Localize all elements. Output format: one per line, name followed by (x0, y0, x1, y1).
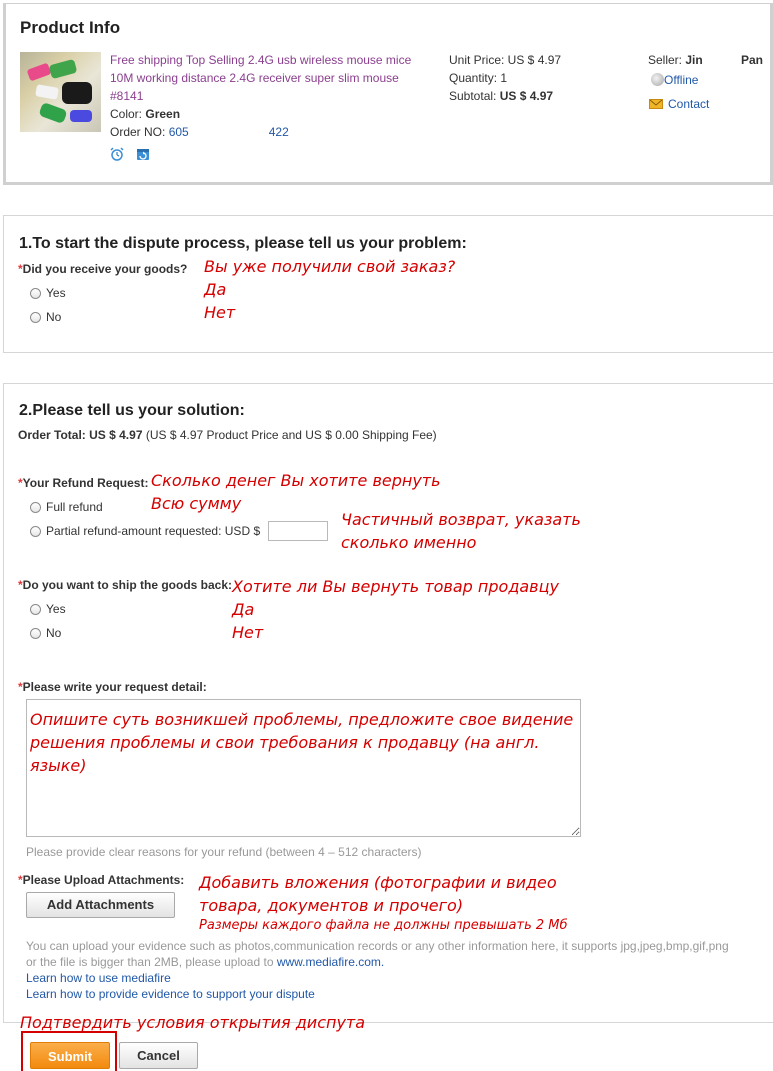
seller-name-a[interactable]: Jin (685, 53, 702, 67)
annotation-attach-line1: Добавить вложения (фотографии и видео (199, 873, 557, 892)
order-total: Order Total: US $ 4.97 (US $ 4.97 Produc… (18, 428, 437, 442)
annotation-submit: Подтвердить условия открытия диспута (20, 1013, 366, 1032)
ship-yes-label[interactable]: Yes (46, 602, 66, 616)
partial-refund-radio[interactable] (30, 526, 41, 537)
ship-back-label: *Do you want to ship the goods back: (18, 578, 233, 592)
unit-price: Unit Price: US $ 4.97 (449, 53, 562, 67)
contact-seller[interactable]: Contact (649, 97, 709, 111)
subtotal-value: US $ 4.97 (499, 89, 554, 103)
annotation-ship-no: Нет (232, 623, 264, 642)
attach-info-line2: or the file is bigger than 2MB, please u… (26, 955, 385, 969)
contact-label[interactable]: Contact (668, 97, 709, 111)
ship-no-label[interactable]: No (46, 626, 61, 640)
product-info-title: Product Info (20, 18, 121, 37)
annotation-full-refund: Всю сумму (151, 494, 242, 513)
product-name-line2[interactable]: 10M working distance 2.4G receiver super… (110, 71, 399, 85)
quantity: Quantity: 1 (449, 71, 508, 85)
subtotal-label: Subtotal: (449, 89, 497, 103)
ship-yes-radio[interactable] (30, 604, 41, 615)
annotation-attach-line2: товара, документов и прочего) (199, 896, 464, 915)
annotation-ship-yes: Да (232, 600, 255, 619)
annotation-ship-question: Хотите ли Вы вернуть товар продавцу (232, 577, 559, 596)
annotation-refund-question: Сколько денег Вы хотите вернуть (151, 471, 441, 490)
annotation-received-no: Нет (204, 303, 236, 322)
attach-info-line1: You can upload your evidence such as pho… (26, 939, 729, 953)
annotation-detail-line1: Опишите суть возникшей проблемы, предлож… (30, 710, 574, 729)
order-no-label: Order NO: (110, 125, 166, 139)
request-detail-label: *Please write your request detail: (18, 680, 207, 694)
received-no-label[interactable]: No (46, 310, 61, 324)
seller-label: Seller: (648, 53, 683, 67)
order-no-value-b[interactable]: 422 (269, 125, 289, 139)
mediafire-link[interactable]: www.mediafire.com. (277, 955, 384, 969)
order-total-note: (US $ 4.97 Product Price and US $ 0.00 S… (145, 428, 437, 442)
offline-icon (651, 73, 664, 86)
annotation-detail-line3: языке) (30, 756, 87, 775)
refund-amount-input[interactable] (268, 521, 328, 541)
product-color: Color: Green (110, 107, 180, 121)
learn-mediafire-link[interactable]: Learn how to use mediafire (26, 971, 171, 985)
envelope-icon (649, 99, 663, 109)
annotation-detail-line2: решения проблемы и свои требования к про… (30, 733, 540, 752)
annotation-attach-line3: Размеры каждого файла не должны превышат… (199, 918, 568, 933)
offline-status[interactable]: Offline (651, 73, 698, 87)
order-number: Order NO: 605 422 (110, 125, 289, 139)
product-name-line3[interactable]: #8141 (110, 89, 143, 103)
full-refund-radio[interactable] (30, 502, 41, 513)
annotation-received-question: Вы уже получили свой заказ? (204, 257, 456, 276)
received-yes-radio[interactable] (30, 288, 41, 299)
subtotal: Subtotal: US $ 4.97 (449, 89, 553, 103)
section2-heading: 2.Please tell us your solution: (19, 402, 245, 419)
alarm-clock-icon[interactable] (110, 147, 124, 161)
product-name-line1[interactable]: Free shipping Top Selling 2.4G usb wirel… (110, 53, 411, 67)
color-value: Green (145, 107, 181, 121)
submit-button[interactable]: Submit (30, 1042, 110, 1069)
refund-request-label: *Your Refund Request: (18, 476, 149, 490)
seller-name-b[interactable]: Pan (741, 53, 763, 67)
refresh-icon[interactable] (136, 147, 150, 161)
partial-refund-label[interactable]: Partial refund-amount requested: USD $ (46, 524, 260, 538)
order-total-label: Order Total: (18, 428, 86, 442)
request-detail-hint: Please provide clear reasons for your re… (26, 845, 422, 859)
received-yes-label[interactable]: Yes (46, 286, 66, 300)
add-attachments-button[interactable]: Add Attachments (26, 892, 175, 918)
cancel-button[interactable]: Cancel (119, 1042, 198, 1069)
order-total-value: US $ 4.97 (89, 428, 143, 442)
annotation-partial-refund-line1: Частичный возврат, указать (341, 510, 581, 529)
attachments-label: *Please Upload Attachments: (18, 873, 185, 887)
section1-heading: 1.To start the dispute process, please t… (19, 235, 467, 252)
seller: Seller: Jin (648, 53, 703, 67)
annotation-partial-refund-line2: сколько именно (341, 533, 477, 552)
received-goods-question: *Did you receive your goods? (18, 262, 188, 276)
product-thumbnail[interactable] (20, 52, 101, 132)
order-no-value-a[interactable]: 605 (169, 125, 189, 139)
received-no-radio[interactable] (30, 312, 41, 323)
annotation-received-yes: Да (204, 280, 227, 299)
ship-no-radio[interactable] (30, 628, 41, 639)
offline-label[interactable]: Offline (664, 73, 698, 87)
color-label: Color: (110, 107, 143, 121)
full-refund-label[interactable]: Full refund (46, 500, 103, 514)
learn-evidence-link[interactable]: Learn how to provide evidence to support… (26, 987, 315, 1001)
